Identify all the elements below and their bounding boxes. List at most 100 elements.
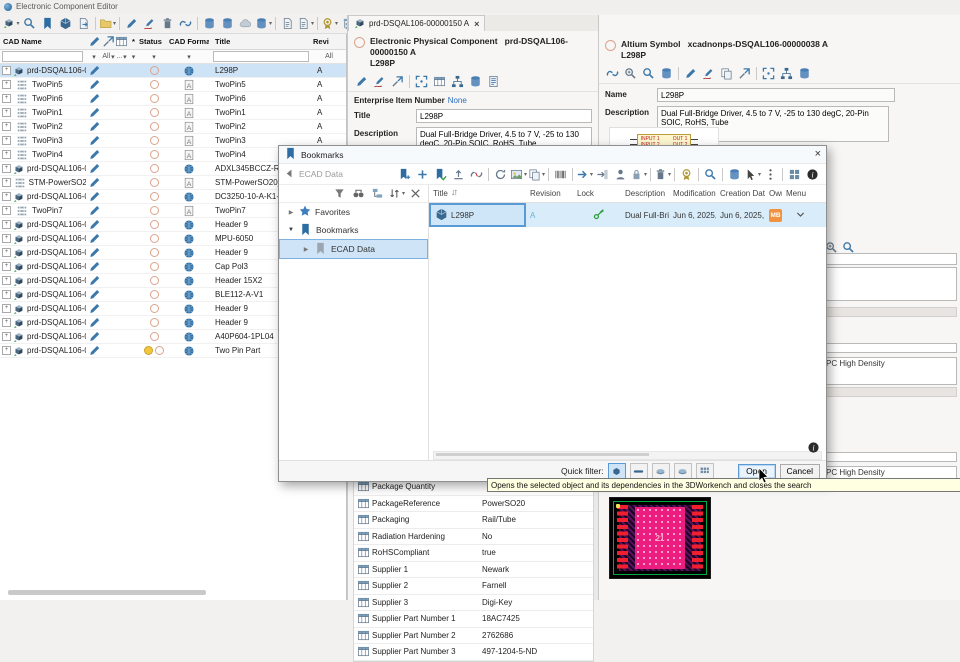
edit-pencil-cell[interactable] — [86, 176, 102, 189]
side-input-3[interactable] — [823, 452, 957, 462]
side-input-2[interactable] — [823, 343, 957, 353]
ein-value-link[interactable]: None — [448, 96, 467, 105]
edit-filter-select[interactable]: ▾ — [86, 53, 102, 61]
col-status[interactable]: Status — [139, 34, 169, 49]
col-cad-format[interactable]: CAD Format — [169, 34, 209, 49]
tree-item-bookmarks[interactable]: ▼ Bookmarks — [279, 221, 428, 239]
dots-filter-select[interactable]: ... ▾ — [115, 53, 128, 61]
footprint-preview[interactable]: 21 — [609, 497, 711, 579]
image-icon[interactable]: ▾ — [510, 166, 527, 182]
flow-icon[interactable] — [449, 73, 466, 89]
property-row[interactable]: Radiation Hardening No — [354, 529, 593, 545]
edit-pencil-cell[interactable] — [86, 274, 102, 287]
pencil-icon[interactable] — [682, 65, 699, 81]
revision-filter-select[interactable]: All — [313, 53, 345, 60]
edit-pencil-cell[interactable] — [86, 302, 102, 315]
lock-icon[interactable]: ▾ — [630, 166, 647, 182]
expand-icon[interactable] — [413, 73, 430, 89]
col-lock[interactable]: Lock — [573, 189, 621, 198]
tab-close-icon[interactable]: × — [474, 19, 479, 29]
trash-icon[interactable]: ▾ — [654, 166, 671, 182]
plus-icon[interactable] — [414, 166, 431, 182]
arrow-icon[interactable]: ▾ — [576, 166, 593, 182]
col-owner[interactable]: Own — [765, 189, 782, 198]
expand-toggle[interactable]: + — [2, 192, 11, 201]
edit-pencil-cell[interactable] — [86, 260, 102, 273]
edit-pencil-cell[interactable] — [86, 134, 102, 147]
link-icon[interactable] — [604, 65, 621, 81]
pointer-icon[interactable]: ▾ — [744, 166, 761, 182]
tree-collapse-icon[interactable] — [369, 186, 386, 202]
tree-item-ecad-data[interactable]: ▶ ECAD Data — [279, 239, 428, 259]
name-field-input[interactable] — [657, 88, 895, 102]
col-title[interactable]: Title — [429, 188, 526, 199]
quick-filter-3d-button[interactable] — [607, 463, 626, 479]
expand-toggle[interactable]: + — [2, 304, 11, 313]
property-row[interactable]: Supplier Part Number 3 497-1204-5-ND — [354, 644, 593, 661]
col-modification-date[interactable]: Modification D... — [669, 189, 716, 198]
back-icon[interactable] — [284, 168, 295, 181]
col-tool-icon[interactable] — [102, 34, 115, 49]
edit-pencil-cell[interactable] — [86, 204, 102, 217]
col-edit-icon[interactable] — [86, 34, 102, 49]
col-description[interactable]: Description — [621, 189, 669, 198]
col-cad-name[interactable]: CAD Name — [0, 34, 86, 49]
doc-export-icon[interactable] — [75, 15, 92, 31]
expand-toggle[interactable]: + — [2, 346, 11, 355]
edit-pencil-cell[interactable] — [86, 190, 102, 203]
upload-icon[interactable] — [450, 166, 467, 182]
expand-toggle[interactable]: + — [2, 136, 11, 145]
search-icon[interactable] — [640, 65, 657, 81]
pencil-icon[interactable] — [353, 73, 370, 89]
expand-toggle[interactable]: + — [2, 164, 11, 173]
close-x-icon[interactable] — [407, 186, 424, 202]
expand-toggle[interactable]: + — [2, 262, 11, 271]
flow-icon[interactable] — [778, 65, 795, 81]
table-row[interactable]: + TwoPin1 A TwoPin1 A — [0, 106, 346, 120]
signature-icon[interactable] — [700, 65, 717, 81]
doc-gear-icon[interactable]: ▾ — [297, 15, 314, 31]
breadcrumb[interactable]: ECAD Data — [284, 168, 343, 181]
sort-icon[interactable]: ▾ — [388, 186, 405, 202]
title-field-input[interactable] — [416, 109, 592, 123]
expand-icon[interactable] — [760, 65, 777, 81]
expand-toggle[interactable]: + — [2, 66, 11, 75]
property-row[interactable]: Supplier 3 Digi-Key — [354, 595, 593, 611]
funnel-icon[interactable] — [331, 186, 348, 202]
search-icon[interactable] — [702, 166, 719, 182]
quick-filter-pin-button[interactable] — [629, 463, 648, 479]
grid-icon[interactable] — [786, 166, 803, 182]
edit-pencil-cell[interactable] — [86, 106, 102, 119]
person-icon[interactable] — [612, 166, 629, 182]
tree-item-favorites[interactable]: ▶ Favorites — [279, 203, 428, 221]
db-copy-icon[interactable] — [796, 65, 813, 81]
col-title[interactable]: Title — [209, 34, 313, 49]
refresh-icon[interactable] — [492, 166, 509, 182]
db-export-icon[interactable] — [219, 15, 236, 31]
approve-icon[interactable] — [678, 166, 695, 182]
report-icon[interactable] — [485, 73, 502, 89]
side-section-band-2[interactable] — [823, 387, 957, 397]
table-row[interactable]: +prd-DSQAL106-00000150 L298P A — [0, 64, 346, 78]
import-icon[interactable] — [594, 166, 611, 182]
bookmark-icon[interactable] — [39, 15, 56, 31]
edit-pencil-cell[interactable] — [86, 232, 102, 245]
expand-toggle[interactable]: + — [2, 332, 11, 341]
bookmark-plus-icon[interactable] — [396, 166, 413, 182]
expand-toggle[interactable]: + — [2, 150, 11, 159]
expand-toggle[interactable]: + — [2, 80, 11, 89]
trash-icon[interactable] — [159, 15, 176, 31]
link-break-icon[interactable] — [468, 166, 485, 182]
col-table-icon[interactable] — [115, 34, 128, 49]
side-textarea-1[interactable] — [823, 267, 957, 301]
table-row[interactable]: + TwoPin5 A TwoPin5 A — [0, 78, 346, 92]
approve-icon[interactable]: ▾ — [321, 15, 338, 31]
side-textarea-2[interactable]: PC High Density — [823, 357, 957, 385]
expand-toggle[interactable]: + — [2, 220, 11, 229]
link-arrow-icon[interactable] — [389, 73, 406, 89]
property-row[interactable]: Supplier Part Number 2 2762686 — [354, 628, 593, 644]
doc-gear-icon[interactable] — [279, 15, 296, 31]
edit-pencil-cell[interactable] — [86, 344, 102, 357]
tab-component[interactable]: prd-DSQAL106-00000150 A × — [348, 15, 486, 31]
status-filter-select[interactable]: ▾ — [139, 53, 169, 61]
